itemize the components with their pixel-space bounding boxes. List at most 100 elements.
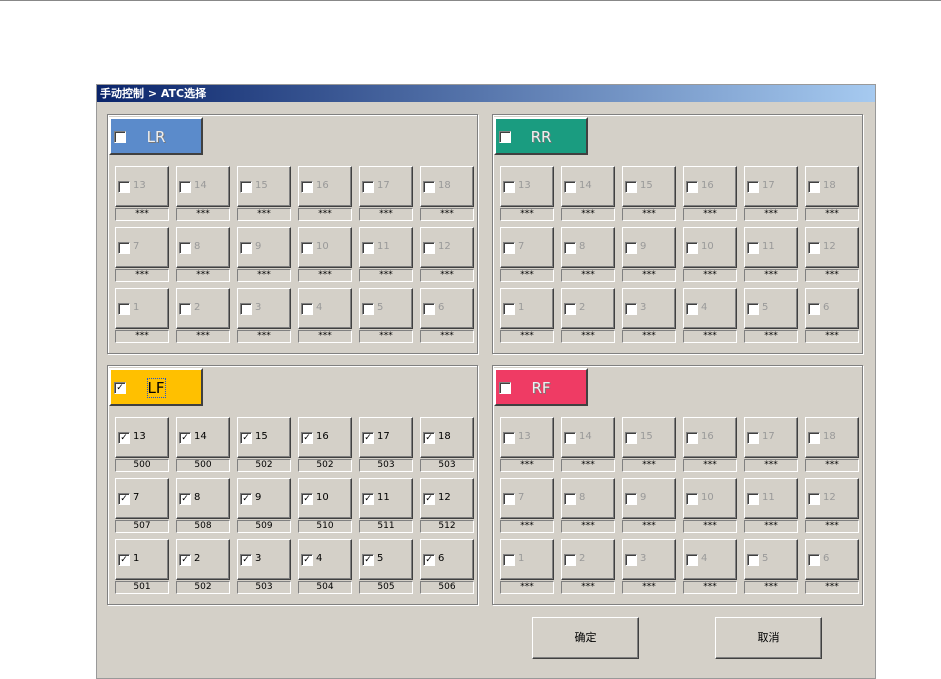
atc-cell-button[interactable]: 14: [561, 166, 615, 207]
atc-cell-button[interactable]: 10: [298, 227, 352, 268]
atc-cell-button[interactable]: 6: [805, 288, 859, 329]
atc-cell-button[interactable]: 13: [115, 166, 169, 207]
atc-cell-button[interactable]: 4: [683, 539, 737, 580]
atc-cell-button[interactable]: 7: [500, 227, 554, 268]
cell-checkbox[interactable]: [747, 493, 759, 505]
atc-cell-button[interactable]: 14: [176, 166, 230, 207]
cancel-button[interactable]: 取消: [715, 617, 822, 659]
cell-checkbox[interactable]: [179, 303, 191, 315]
atc-cell-button[interactable]: 7: [115, 227, 169, 268]
atc-cell-button[interactable]: ✓ 12: [420, 478, 474, 519]
atc-cell-button[interactable]: ✓ 2: [176, 539, 230, 580]
cell-checkbox[interactable]: [625, 554, 637, 566]
group-toggle-lr[interactable]: LR: [109, 117, 203, 155]
atc-cell-button[interactable]: 2: [561, 539, 615, 580]
cell-checkbox[interactable]: [747, 303, 759, 315]
cell-checkbox[interactable]: [179, 242, 191, 254]
cell-checkbox[interactable]: [686, 554, 698, 566]
cell-checkbox[interactable]: ✓: [240, 493, 252, 505]
atc-cell-button[interactable]: 12: [420, 227, 474, 268]
cell-checkbox[interactable]: [503, 554, 515, 566]
cell-checkbox[interactable]: [362, 181, 374, 193]
atc-cell-button[interactable]: 6: [420, 288, 474, 329]
cell-checkbox[interactable]: ✓: [118, 432, 130, 444]
cell-checkbox[interactable]: [564, 181, 576, 193]
atc-cell-button[interactable]: ✓ 1: [115, 539, 169, 580]
atc-cell-button[interactable]: ✓ 6: [420, 539, 474, 580]
cell-checkbox[interactable]: [423, 303, 435, 315]
cell-checkbox[interactable]: [747, 242, 759, 254]
ok-button[interactable]: 确定: [532, 617, 639, 659]
atc-cell-button[interactable]: 13: [500, 166, 554, 207]
atc-cell-button[interactable]: ✓ 15: [237, 417, 291, 458]
atc-cell-button[interactable]: 9: [622, 478, 676, 519]
group-toggle-rr[interactable]: RR: [494, 117, 588, 155]
atc-cell-button[interactable]: 17: [359, 166, 413, 207]
group-toggle-rf[interactable]: RF: [494, 368, 588, 406]
atc-cell-button[interactable]: 9: [237, 227, 291, 268]
cell-checkbox[interactable]: ✓: [118, 493, 130, 505]
cell-checkbox[interactable]: [625, 303, 637, 315]
cell-checkbox[interactable]: [564, 554, 576, 566]
atc-cell-button[interactable]: ✓ 14: [176, 417, 230, 458]
atc-cell-button[interactable]: 12: [805, 478, 859, 519]
atc-cell-button[interactable]: ✓ 5: [359, 539, 413, 580]
atc-cell-button[interactable]: 8: [561, 478, 615, 519]
cell-checkbox[interactable]: [747, 432, 759, 444]
cell-checkbox[interactable]: [503, 493, 515, 505]
atc-cell-button[interactable]: 11: [744, 478, 798, 519]
group-toggle-lf[interactable]: ✓ LF: [109, 368, 203, 406]
cell-checkbox[interactable]: ✓: [362, 554, 374, 566]
cell-checkbox[interactable]: ✓: [179, 432, 191, 444]
cell-checkbox[interactable]: ✓: [240, 432, 252, 444]
cell-checkbox[interactable]: ✓: [301, 432, 313, 444]
cell-checkbox[interactable]: [808, 303, 820, 315]
cell-checkbox[interactable]: ✓: [118, 554, 130, 566]
cell-checkbox[interactable]: [625, 432, 637, 444]
atc-cell-button[interactable]: 18: [805, 166, 859, 207]
atc-cell-button[interactable]: ✓ 7: [115, 478, 169, 519]
cell-checkbox[interactable]: [808, 181, 820, 193]
atc-cell-button[interactable]: 16: [683, 417, 737, 458]
cell-checkbox[interactable]: [747, 181, 759, 193]
cell-checkbox[interactable]: [240, 242, 252, 254]
atc-cell-button[interactable]: 5: [359, 288, 413, 329]
cell-checkbox[interactable]: [503, 432, 515, 444]
atc-cell-button[interactable]: 18: [420, 166, 474, 207]
cell-checkbox[interactable]: ✓: [423, 493, 435, 505]
atc-cell-button[interactable]: 15: [622, 417, 676, 458]
atc-cell-button[interactable]: ✓ 13: [115, 417, 169, 458]
atc-cell-button[interactable]: ✓ 4: [298, 539, 352, 580]
cell-checkbox[interactable]: ✓: [423, 554, 435, 566]
atc-cell-button[interactable]: 16: [298, 166, 352, 207]
atc-cell-button[interactable]: 1: [115, 288, 169, 329]
cell-checkbox[interactable]: [423, 242, 435, 254]
atc-cell-button[interactable]: 16: [683, 166, 737, 207]
cell-checkbox[interactable]: [808, 493, 820, 505]
cell-checkbox[interactable]: [362, 242, 374, 254]
cell-checkbox[interactable]: [747, 554, 759, 566]
cell-checkbox[interactable]: [808, 554, 820, 566]
cell-checkbox[interactable]: [564, 303, 576, 315]
cell-checkbox[interactable]: [625, 181, 637, 193]
atc-cell-button[interactable]: 2: [176, 288, 230, 329]
cell-checkbox[interactable]: ✓: [179, 554, 191, 566]
cell-checkbox[interactable]: ✓: [301, 493, 313, 505]
cell-checkbox[interactable]: [240, 181, 252, 193]
cell-checkbox[interactable]: [686, 432, 698, 444]
cell-checkbox[interactable]: ✓: [179, 493, 191, 505]
cell-checkbox[interactable]: [301, 303, 313, 315]
cell-checkbox[interactable]: ✓: [362, 493, 374, 505]
cell-checkbox[interactable]: [362, 303, 374, 315]
cell-checkbox[interactable]: [564, 242, 576, 254]
atc-cell-button[interactable]: 6: [805, 539, 859, 580]
atc-cell-button[interactable]: ✓ 9: [237, 478, 291, 519]
atc-cell-button[interactable]: ✓ 8: [176, 478, 230, 519]
atc-cell-button[interactable]: 12: [805, 227, 859, 268]
atc-cell-button[interactable]: 2: [561, 288, 615, 329]
atc-cell-button[interactable]: ✓ 18: [420, 417, 474, 458]
cell-checkbox[interactable]: [686, 181, 698, 193]
cell-checkbox[interactable]: [179, 181, 191, 193]
cell-checkbox[interactable]: [686, 493, 698, 505]
cell-checkbox[interactable]: [240, 303, 252, 315]
